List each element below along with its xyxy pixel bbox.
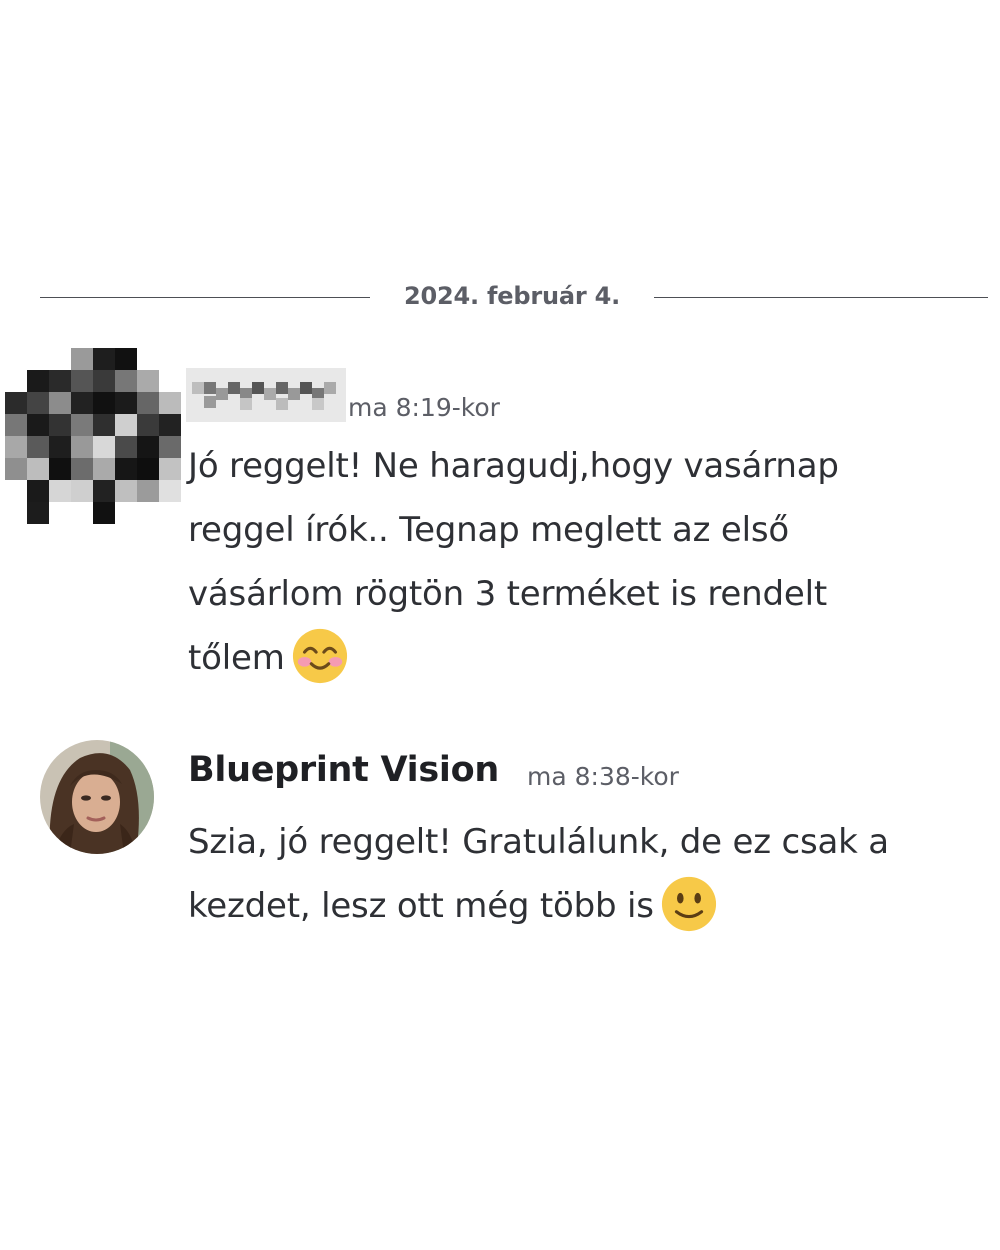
message-line-last: tőlem (188, 626, 978, 690)
slightly-smiling-face-emoji-icon (661, 876, 716, 931)
username-obscured[interactable] (186, 368, 346, 422)
username[interactable]: Blueprint Vision (188, 750, 499, 790)
message-body: Szia, jó reggelt! Gratulálunk, de ez csa… (188, 810, 988, 938)
message-line: tőlem (188, 638, 285, 678)
smiling-face-with-smiling-eyes-emoji-icon (292, 628, 347, 683)
message-line: vásárlom rögtön 3 terméket is rendelt (188, 574, 827, 614)
message-line: kezdet, lesz ott még több is (188, 886, 654, 926)
divider-line-left (40, 297, 370, 298)
avatar[interactable] (40, 740, 154, 854)
message-body: Jó reggelt! Ne haragudj,hogy vasárnap re… (188, 434, 978, 690)
message-line: Szia, jó reggelt! Gratulálunk, de ez csa… (188, 822, 889, 862)
divider-date: 2024. február 4. (403, 282, 621, 310)
message-timestamp: ma 8:38-kor (527, 762, 679, 791)
divider-line-right (654, 297, 988, 298)
message-item: ma 8:19-kor Jó reggelt! Ne haragudj,hogy… (0, 348, 1000, 688)
message-item: Blueprint Vision ma 8:38-kor Szia, jó re… (0, 738, 1000, 938)
avatar-pixelated[interactable] (5, 348, 181, 524)
date-divider: 2024. február 4. (40, 278, 988, 318)
message-line-last: kezdet, lesz ott még több is (188, 874, 988, 938)
message-timestamp: ma 8:19-kor (348, 393, 500, 422)
message-line: reggel írók.. Tegnap meglett az első (188, 510, 789, 550)
message-line: Jó reggelt! Ne haragudj,hogy vasárnap (188, 446, 839, 486)
